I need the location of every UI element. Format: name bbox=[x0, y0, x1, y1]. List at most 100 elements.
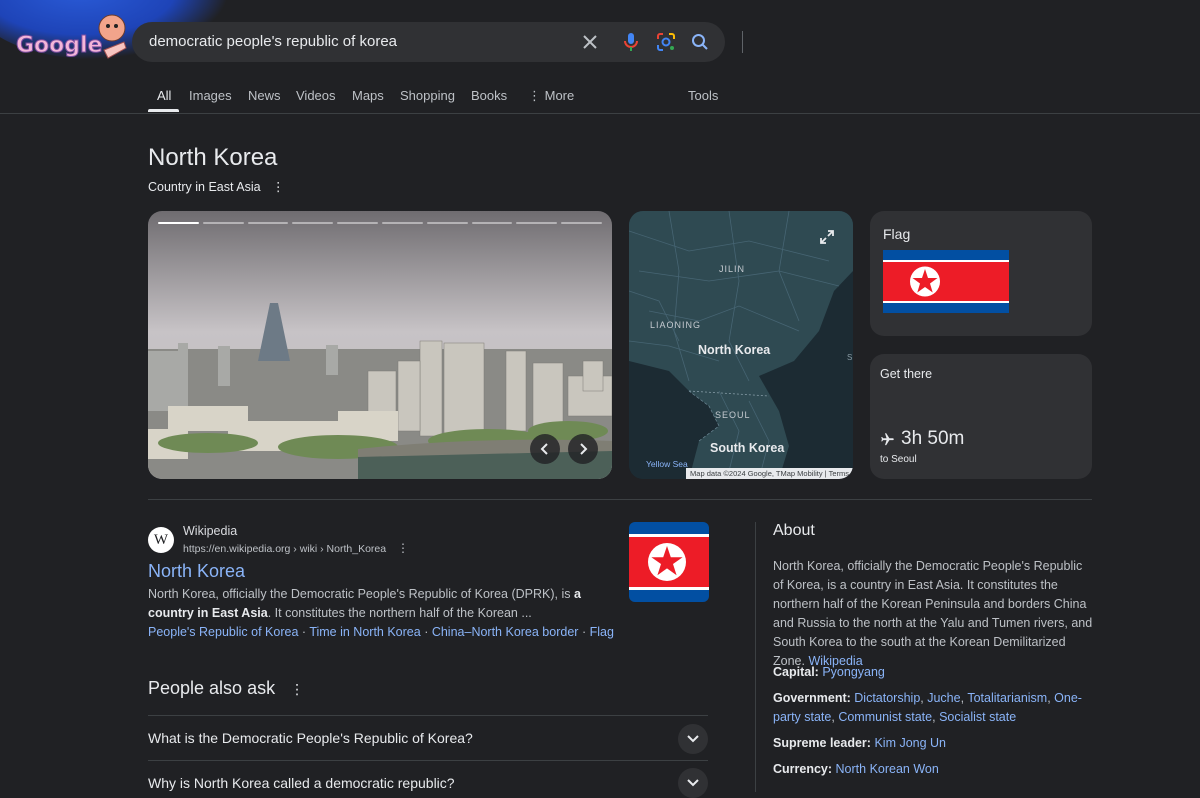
get-there-card[interactable]: Get there 3h 50m to Seoul bbox=[870, 354, 1092, 479]
airplane-icon bbox=[881, 432, 894, 445]
header-divider bbox=[0, 113, 1200, 114]
about-description-text: North Korea, officially the Democratic P… bbox=[773, 559, 1093, 668]
map-label-jilin: JILIN bbox=[719, 264, 746, 274]
fact-capital-link[interactable]: Pyongyang bbox=[822, 665, 885, 679]
fact-government-link[interactable]: Juche bbox=[927, 691, 960, 705]
north-korea-flag-image bbox=[883, 250, 1009, 313]
search-icon[interactable] bbox=[688, 30, 712, 54]
map-label-north-korea[interactable]: North Korea bbox=[698, 343, 770, 357]
chevron-down-icon bbox=[687, 779, 699, 787]
tab-videos[interactable]: Videos bbox=[296, 88, 336, 103]
paa-header: People also ask ⋮ bbox=[148, 678, 304, 699]
result-source-name[interactable]: Wikipedia bbox=[183, 524, 237, 538]
flag-card[interactable]: Flag bbox=[870, 211, 1092, 336]
get-there-title: Get there bbox=[880, 367, 933, 381]
microphone-icon[interactable] bbox=[619, 30, 643, 54]
about-divider bbox=[755, 522, 756, 792]
map-label-south-korea[interactable]: South Korea bbox=[710, 441, 784, 455]
tab-books[interactable]: Books bbox=[471, 88, 507, 103]
result-url[interactable]: https://en.wikipedia.org › wiki › North_… bbox=[183, 543, 386, 555]
about-title: About bbox=[773, 522, 815, 539]
google-doodle-logo[interactable]: Google bbox=[12, 8, 132, 68]
search-divider bbox=[742, 31, 743, 53]
fact-currency-link[interactable]: North Korean Won bbox=[836, 762, 939, 776]
entity-subtitle-row: Country in East Asia ⋮ bbox=[148, 179, 285, 194]
flight-time: 3h 50m bbox=[880, 428, 964, 450]
section-divider bbox=[148, 499, 1092, 500]
map-label-edge: S bbox=[847, 353, 853, 362]
map-attribution: Map data ©2024 Google, TMap Mobility | T… bbox=[686, 468, 853, 479]
map-attribution-text: Map data ©2024 Google, TMap Mobility bbox=[690, 469, 823, 478]
tab-maps[interactable]: Maps bbox=[352, 88, 384, 103]
carousel-next-button[interactable] bbox=[568, 434, 598, 464]
chevron-down-icon bbox=[687, 735, 699, 743]
paa-title: People also ask bbox=[148, 678, 276, 698]
fact-leader-label: Supreme leader: bbox=[773, 736, 871, 750]
search-input[interactable]: democratic people's republic of korea bbox=[149, 33, 397, 50]
chevron-right-icon bbox=[580, 443, 588, 455]
sitelink-china-border[interactable]: China–North Korea border bbox=[432, 625, 579, 639]
carousel-prev-button[interactable] bbox=[530, 434, 560, 464]
svg-text:Google: Google bbox=[16, 33, 103, 58]
flight-destination: to Seoul bbox=[880, 454, 917, 465]
paa-expand-button-2[interactable] bbox=[678, 768, 708, 798]
expand-map-button[interactable] bbox=[815, 225, 839, 249]
map-card[interactable]: JILIN LIAONING North Korea SEOUL South K… bbox=[629, 211, 853, 479]
paa-question-1[interactable]: What is the Democratic People's Republic… bbox=[148, 730, 473, 746]
fact-currency-label: Currency: bbox=[773, 762, 833, 776]
tab-more[interactable]: ⋮ More bbox=[528, 88, 574, 104]
fact-supreme-leader: Supreme leader: Kim Jong Un bbox=[773, 734, 1095, 753]
about-description: North Korea, officially the Democratic P… bbox=[773, 557, 1095, 671]
tab-news[interactable]: News bbox=[248, 88, 281, 103]
wikipedia-favicon[interactable]: W bbox=[148, 527, 174, 553]
entity-subtitle: Country in East Asia bbox=[148, 180, 261, 194]
result-snippet-part-1: North Korea, officially the Democratic P… bbox=[148, 587, 574, 601]
fact-capital-label: Capital: bbox=[773, 665, 819, 679]
expand-icon bbox=[820, 230, 834, 244]
active-tab-indicator bbox=[148, 109, 179, 112]
more-vertical-icon: ⋮ bbox=[528, 88, 545, 103]
photo-carousel[interactable] bbox=[148, 211, 612, 479]
result-flag-thumbnail[interactable] bbox=[629, 522, 709, 602]
google-lens-icon[interactable] bbox=[654, 30, 678, 54]
result-title-link[interactable]: North Korea bbox=[148, 561, 245, 582]
sitelink-peoples-republic[interactable]: People's Republic of Korea bbox=[148, 625, 298, 639]
clear-icon[interactable] bbox=[578, 30, 602, 54]
map-terms-link[interactable]: Terms bbox=[829, 469, 849, 478]
result-more-options-icon[interactable]: ⋮ bbox=[397, 541, 409, 555]
tab-shopping[interactable]: Shopping bbox=[400, 88, 455, 103]
search-box[interactable]: democratic people's republic of korea bbox=[132, 22, 743, 62]
result-url-row: https://en.wikipedia.org › wiki › North_… bbox=[183, 541, 409, 555]
flag-card-title: Flag bbox=[883, 226, 911, 242]
fact-leader-link[interactable]: Kim Jong Un bbox=[874, 736, 946, 750]
fact-government-link[interactable]: Totalitarianism bbox=[967, 691, 1047, 705]
sitelink-time-in-north-korea[interactable]: Time in North Korea bbox=[309, 625, 420, 639]
result-sitelinks: People's Republic of Korea · Time in Nor… bbox=[148, 625, 614, 639]
more-options-icon[interactable]: ⋮ bbox=[272, 180, 285, 194]
paa-divider bbox=[148, 715, 708, 716]
paa-question-2[interactable]: Why is North Korea called a democratic r… bbox=[148, 775, 455, 791]
result-snippet-part-2: . It constitutes the northern half of th… bbox=[267, 606, 532, 620]
sitelink-flag[interactable]: Flag bbox=[590, 625, 614, 639]
result-snippet: North Korea, officially the Democratic P… bbox=[148, 585, 588, 623]
fact-currency: Currency: North Korean Won bbox=[773, 760, 1095, 779]
entity-title: North Korea bbox=[148, 144, 278, 171]
tab-more-label: More bbox=[544, 88, 575, 103]
fact-government-link[interactable]: Socialist state bbox=[939, 710, 1016, 724]
fact-government-link[interactable]: Dictatorship bbox=[854, 691, 920, 705]
fact-government: Government: Dictatorship, Juche, Totalit… bbox=[773, 691, 1082, 724]
tab-all[interactable]: All bbox=[157, 88, 171, 103]
fact-capital: Capital: Pyongyang bbox=[773, 663, 1095, 682]
map-label-liaoning: LIAONING bbox=[650, 320, 702, 330]
chevron-left-icon bbox=[540, 443, 548, 455]
fact-government-label: Government: bbox=[773, 691, 851, 705]
fact-government-link[interactable]: Communist state bbox=[838, 710, 932, 724]
map-label-yellow-sea: Yellow Sea bbox=[646, 459, 688, 469]
carousel-progress bbox=[158, 222, 602, 225]
paa-divider bbox=[148, 760, 708, 761]
tab-images[interactable]: Images bbox=[189, 88, 232, 103]
flight-time-value: 3h 50m bbox=[901, 428, 965, 449]
tab-tools[interactable]: Tools bbox=[688, 88, 718, 103]
paa-expand-button-1[interactable] bbox=[678, 724, 708, 754]
paa-more-options-icon[interactable]: ⋮ bbox=[290, 681, 304, 697]
